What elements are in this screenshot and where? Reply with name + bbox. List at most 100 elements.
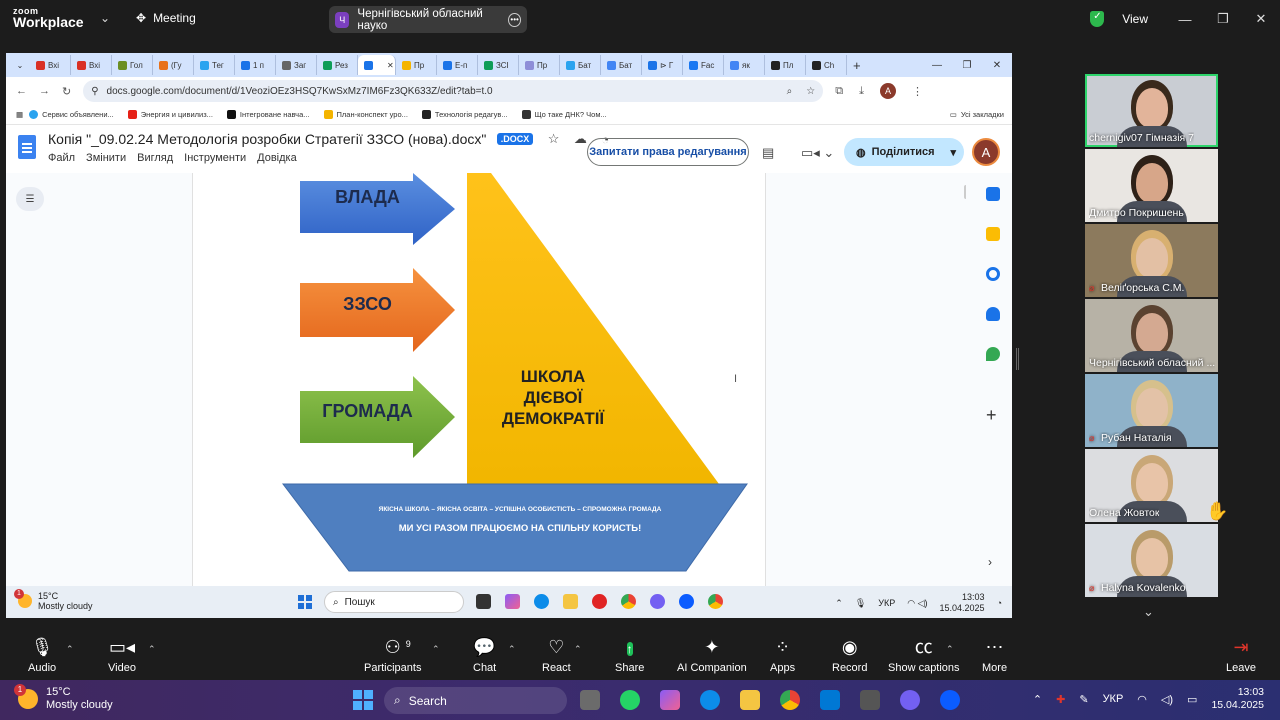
new-tab-icon[interactable]: + <box>853 58 861 73</box>
task-view-icon[interactable] <box>580 690 600 710</box>
participants-button[interactable]: ⚇ 9 Participants <box>364 630 421 680</box>
view-button[interactable]: View <box>1122 12 1148 26</box>
leave-button[interactable]: ⇥ Leave <box>1226 630 1256 680</box>
star-icon[interactable]: ☆ <box>548 131 560 146</box>
zoom-app-icon[interactable] <box>940 690 960 710</box>
chevron-up-icon[interactable]: ⌃ <box>1033 693 1042 706</box>
keep-icon[interactable] <box>986 227 1000 241</box>
account-avatar[interactable]: A <box>972 138 1000 166</box>
system-clock[interactable]: 13:03 15.04.2025 <box>1211 686 1264 712</box>
meeting-info[interactable]: ✥ Meeting <box>136 11 196 25</box>
chrome-icon[interactable] <box>708 594 723 609</box>
tasks-icon[interactable] <box>986 267 1000 281</box>
participant-tile[interactable]: Чернігівський обласний ... <box>1085 299 1218 372</box>
bookmark[interactable]: Энергия и цивилиз... <box>127 110 213 119</box>
docs-icon[interactable] <box>18 135 36 159</box>
react-button[interactable]: ♡ React <box>542 630 571 680</box>
apps-grid-icon[interactable]: ▦ <box>16 110 23 119</box>
browser-tab[interactable]: Заг <box>276 55 317 75</box>
site-info-icon[interactable]: ⚲ <box>91 86 98 97</box>
minimize-icon[interactable]: — <box>922 60 952 71</box>
wifi-icon[interactable]: ◠ ◁) <box>907 598 927 609</box>
edge-icon[interactable] <box>534 594 549 609</box>
windows-icon[interactable] <box>298 595 312 609</box>
audio-button[interactable]: 🎙 Audio <box>28 630 56 680</box>
start-button[interactable] <box>353 690 373 710</box>
menu-help[interactable]: Довідка <box>257 152 297 164</box>
chevron-right-icon[interactable]: › <box>988 555 992 569</box>
contacts-icon[interactable] <box>986 307 1000 321</box>
browser-tab[interactable]: Вхі <box>30 55 71 75</box>
browser-tab[interactable]: Бат <box>601 55 642 75</box>
video-button[interactable]: ▭◂ Video <box>108 630 136 680</box>
menu-edit[interactable]: Змінити <box>86 152 126 164</box>
participant-tile[interactable]: ⌀ Рубан Наталія <box>1085 374 1218 447</box>
maps-icon[interactable] <box>986 347 1000 361</box>
add-icon[interactable]: + <box>986 405 997 426</box>
menu-tools[interactable]: Інструменти <box>184 152 246 164</box>
forward-icon[interactable]: → <box>39 85 50 97</box>
record-button[interactable]: ◉ Record <box>832 630 867 680</box>
bookmark[interactable]: Що таке ДНК? Чом... <box>521 110 607 119</box>
weather-widget[interactable]: 1 15°C Mostly cloudy <box>14 684 113 712</box>
whatsapp-icon[interactable] <box>620 690 640 710</box>
minimize-icon[interactable]: — <box>1166 12 1204 27</box>
comment-icon[interactable]: ▤ <box>762 145 774 161</box>
chevron-down-icon[interactable]: ⌄ <box>100 11 110 25</box>
tab-list-icon[interactable]: ⌄ <box>10 61 30 70</box>
chevron-down-icon[interactable]: ⌄ <box>1143 604 1154 620</box>
shield-icon[interactable] <box>1090 11 1105 27</box>
search-box[interactable]: ⌕ Search <box>384 687 567 714</box>
browser-tab[interactable]: E-п <box>437 55 478 75</box>
close-icon[interactable]: ✕ <box>982 60 1012 71</box>
inner-search[interactable]: ⌕ Пошук <box>324 591 464 613</box>
participant-tile[interactable]: ⌀ Веліґорська С.М. <box>1085 224 1218 297</box>
chevron-up-icon[interactable]: ⌃ <box>574 644 582 655</box>
meeting-topic-pill[interactable]: Ч Чернігівський обласний науко ••• <box>329 6 527 33</box>
outline-icon[interactable]: ☰ <box>16 187 44 211</box>
mic-icon[interactable]: 🎙 <box>855 598 866 609</box>
request-edit-button[interactable]: Запитати права редагування <box>587 138 749 166</box>
participant-tile[interactable]: chernigiv07 Гімназія 7 <box>1085 74 1218 147</box>
chevron-up-icon[interactable]: ⌃ <box>508 644 516 655</box>
browser-tab[interactable]: (Гу <box>153 55 194 75</box>
chrome-icon[interactable] <box>780 690 800 710</box>
apps-button[interactable]: ⁘ Apps <box>770 630 795 680</box>
browser-tab[interactable]: Пр <box>396 55 437 75</box>
zoom-icon[interactable]: ⌕ <box>787 86 793 97</box>
notification-icon[interactable]: ◔ <box>997 598 1002 608</box>
url-bar[interactable]: ⚲ docs.google.com/document/d/1VeoziOEz3H… <box>83 80 824 102</box>
volume-icon[interactable]: ◁) <box>1161 693 1173 706</box>
close-tab-icon[interactable]: ✕ <box>387 61 394 70</box>
browser-tab[interactable]: Пл <box>765 55 806 75</box>
more-icon[interactable]: ••• <box>508 12 521 27</box>
viber-icon[interactable] <box>650 594 665 609</box>
chevron-up-icon[interactable]: ⌃ <box>66 644 74 655</box>
chevron-up-icon[interactable]: ⌃ <box>432 644 440 655</box>
browser-tab[interactable]: ЗСІ <box>478 55 519 75</box>
back-icon[interactable]: ← <box>16 85 27 97</box>
browser-tab[interactable]: Вхі <box>71 55 112 75</box>
pen-icon[interactable]: ✎ <box>1079 693 1088 706</box>
battery-icon[interactable]: ▭ <box>1187 693 1197 706</box>
chat-button[interactable]: 💬 Chat <box>473 630 496 680</box>
browser-tab[interactable]: ✕ <box>358 55 396 75</box>
chevron-up-icon[interactable]: ⌃ <box>835 598 843 609</box>
bookmark[interactable]: Сервис объявлени... <box>29 110 114 119</box>
browser-tab[interactable]: 1 п <box>235 55 276 75</box>
menu-file[interactable]: Файл <box>48 152 75 164</box>
app-tray-icon[interactable]: ✚ <box>1056 693 1065 706</box>
download-icon[interactable]: ⤓ <box>859 85 864 98</box>
lang[interactable]: УКР <box>878 598 895 608</box>
browser-tab[interactable]: Ch <box>806 55 847 75</box>
browser-tab[interactable]: Fac <box>683 55 724 75</box>
calendar-icon[interactable] <box>986 187 1000 201</box>
participant-tile[interactable]: Дмитро Покришень <box>1085 149 1218 222</box>
store-icon[interactable] <box>820 690 840 710</box>
zoom-app-icon[interactable] <box>679 594 694 609</box>
browser-tab[interactable]: як <box>724 55 765 75</box>
chevron-up-icon[interactable]: ⌃ <box>148 644 156 655</box>
edge-icon[interactable] <box>700 690 720 710</box>
star-icon[interactable]: ☆ <box>806 86 815 97</box>
browser-tab[interactable]: ⊳ Г <box>642 55 683 75</box>
